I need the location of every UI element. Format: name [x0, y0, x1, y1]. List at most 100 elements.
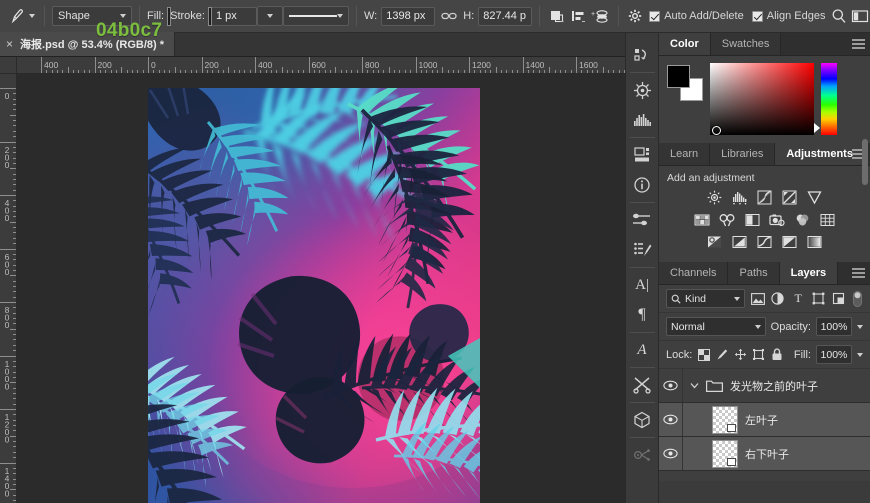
history-icon[interactable] — [627, 40, 658, 70]
brushes-icon[interactable] — [627, 235, 658, 265]
lock-position-icon[interactable] — [734, 347, 747, 362]
layer-kind-filter[interactable]: Kind — [666, 289, 745, 308]
table-row[interactable]: 发光物之前的叶子 — [659, 369, 870, 403]
gear-icon[interactable] — [628, 5, 643, 27]
curves-icon[interactable] — [756, 189, 773, 206]
opacity-caret-icon[interactable] — [857, 324, 863, 329]
black-white-icon[interactable] — [744, 211, 761, 228]
tab-learn[interactable]: Learn — [659, 143, 711, 165]
color-lookup-icon[interactable] — [819, 211, 836, 228]
tab-layers[interactable]: Layers — [779, 262, 839, 284]
color-wheel-icon[interactable] — [627, 75, 658, 105]
fill-amount-value[interactable]: 100% — [815, 345, 852, 364]
filter-enable-toggle[interactable] — [852, 290, 863, 307]
photo-filter-icon[interactable] — [769, 211, 786, 228]
ruler-corner[interactable] — [0, 57, 17, 74]
character-icon[interactable]: A| — [627, 270, 658, 300]
table-row-partial[interactable] — [659, 471, 870, 481]
lock-transparency-icon[interactable] — [697, 347, 710, 362]
stroke-width-input[interactable]: 1 px — [210, 6, 257, 26]
layer-item-content[interactable]: 左叶子 — [683, 405, 870, 434]
table-row[interactable]: 右下叶子 — [659, 437, 870, 471]
brightness-contrast-icon[interactable] — [706, 189, 723, 206]
layers-scrollbar[interactable] — [862, 139, 868, 185]
canvas-area[interactable] — [17, 74, 625, 503]
foreground-background-swatches[interactable] — [667, 65, 703, 101]
auto-add-delete-checkbox[interactable]: Auto Add/Delete — [649, 10, 744, 22]
histogram-icon[interactable] — [627, 105, 658, 135]
tab-channels[interactable]: Channels — [659, 262, 729, 284]
threshold-icon[interactable] — [756, 233, 773, 250]
channel-mixer-icon[interactable] — [794, 211, 811, 228]
tool-preset-caret-icon[interactable] — [29, 14, 35, 18]
paragraph-icon[interactable]: ¶ — [627, 300, 658, 330]
filter-pixel-icon[interactable] — [750, 290, 765, 307]
foreground-color-chip[interactable] — [667, 65, 690, 88]
stroke-dash-select[interactable] — [282, 6, 349, 26]
close-icon[interactable]: × — [6, 38, 13, 50]
posterize-icon[interactable] — [731, 233, 748, 250]
panel-menu-icon[interactable] — [852, 39, 865, 49]
panel-menu-icon[interactable] — [852, 268, 865, 278]
hue-slider-marker[interactable] — [814, 123, 820, 133]
filter-type-icon[interactable]: T — [791, 290, 806, 307]
filter-shape-icon[interactable] — [811, 290, 826, 307]
workspace-switcher-icon[interactable] — [851, 5, 869, 27]
align-edges-checkbox[interactable]: Align Edges — [751, 10, 825, 22]
lock-image-icon[interactable] — [716, 347, 729, 362]
selective-color-icon[interactable] — [806, 233, 823, 250]
color-field-cursor[interactable] — [712, 126, 721, 135]
filter-smart-object-icon[interactable] — [831, 290, 846, 307]
horizontal-ruler[interactable]: 400200020040060080010001200140016001800 — [17, 57, 625, 74]
lock-artboard-icon[interactable] — [752, 347, 765, 362]
layer-thumbnail[interactable] — [712, 439, 738, 468]
gradient-map-icon[interactable] — [781, 233, 798, 250]
color-picker-field[interactable] — [710, 63, 814, 135]
stroke-color-swatch[interactable] — [207, 6, 212, 26]
ruler-minor-tick — [67, 67, 69, 73]
link-chain-icon[interactable] — [441, 11, 457, 21]
opacity-value[interactable]: 100% — [816, 317, 852, 336]
blend-mode-select[interactable]: Normal — [666, 317, 766, 336]
fill-caret-icon[interactable] — [856, 352, 863, 357]
layer-comps-icon[interactable] — [627, 140, 658, 170]
layer-group-content[interactable]: 发光物之前的叶子 — [683, 378, 870, 394]
timeline-icon[interactable] — [627, 440, 658, 470]
artboard[interactable] — [148, 88, 480, 503]
tab-color[interactable]: Color — [659, 33, 711, 55]
tool-presets-icon[interactable] — [627, 370, 658, 400]
table-row[interactable]: 左叶子 — [659, 403, 870, 437]
layer-item-content[interactable]: 右下叶子 — [683, 439, 870, 468]
exposure-icon[interactable] — [781, 189, 798, 206]
hue-slider[interactable] — [814, 63, 837, 135]
vibrance-icon[interactable] — [806, 189, 823, 206]
layer-thumbnail[interactable] — [712, 405, 738, 434]
path-alignment-icon[interactable] — [570, 5, 587, 27]
tab-libraries[interactable]: Libraries — [710, 143, 776, 165]
path-arrangement-icon[interactable]: + — [591, 5, 609, 27]
tab-swatches[interactable]: Swatches — [710, 33, 782, 55]
chevron-down-icon[interactable] — [690, 381, 699, 390]
layer-visibility-toggle[interactable] — [659, 369, 683, 402]
tool-preset-picker[interactable] — [6, 6, 37, 26]
width-input[interactable]: 1398 px — [381, 6, 436, 26]
height-input[interactable]: 827.44 p — [478, 6, 533, 26]
path-operations-icon[interactable] — [549, 5, 566, 27]
brush-settings-icon[interactable] — [627, 205, 658, 235]
levels-icon[interactable] — [731, 189, 748, 206]
search-icon[interactable] — [831, 5, 847, 27]
vertical-ruler[interactable]: 02004006008001000120014001600 — [0, 74, 17, 503]
layer-visibility-toggle[interactable] — [659, 437, 683, 470]
filter-adjustment-icon[interactable] — [770, 290, 785, 307]
hue-saturation-icon[interactable] — [694, 211, 711, 228]
character-styles-icon[interactable]: A — [627, 335, 658, 365]
color-balance-icon[interactable] — [719, 211, 736, 228]
invert-icon[interactable] — [706, 233, 723, 250]
stroke-width-caret[interactable] — [256, 6, 283, 26]
3d-icon[interactable] — [627, 405, 658, 435]
layer-visibility-toggle[interactable] — [659, 403, 683, 436]
lock-all-icon[interactable] — [771, 347, 784, 362]
tab-paths[interactable]: Paths — [728, 262, 780, 284]
info-icon[interactable] — [627, 170, 658, 200]
chevron-down-icon — [266, 14, 273, 18]
